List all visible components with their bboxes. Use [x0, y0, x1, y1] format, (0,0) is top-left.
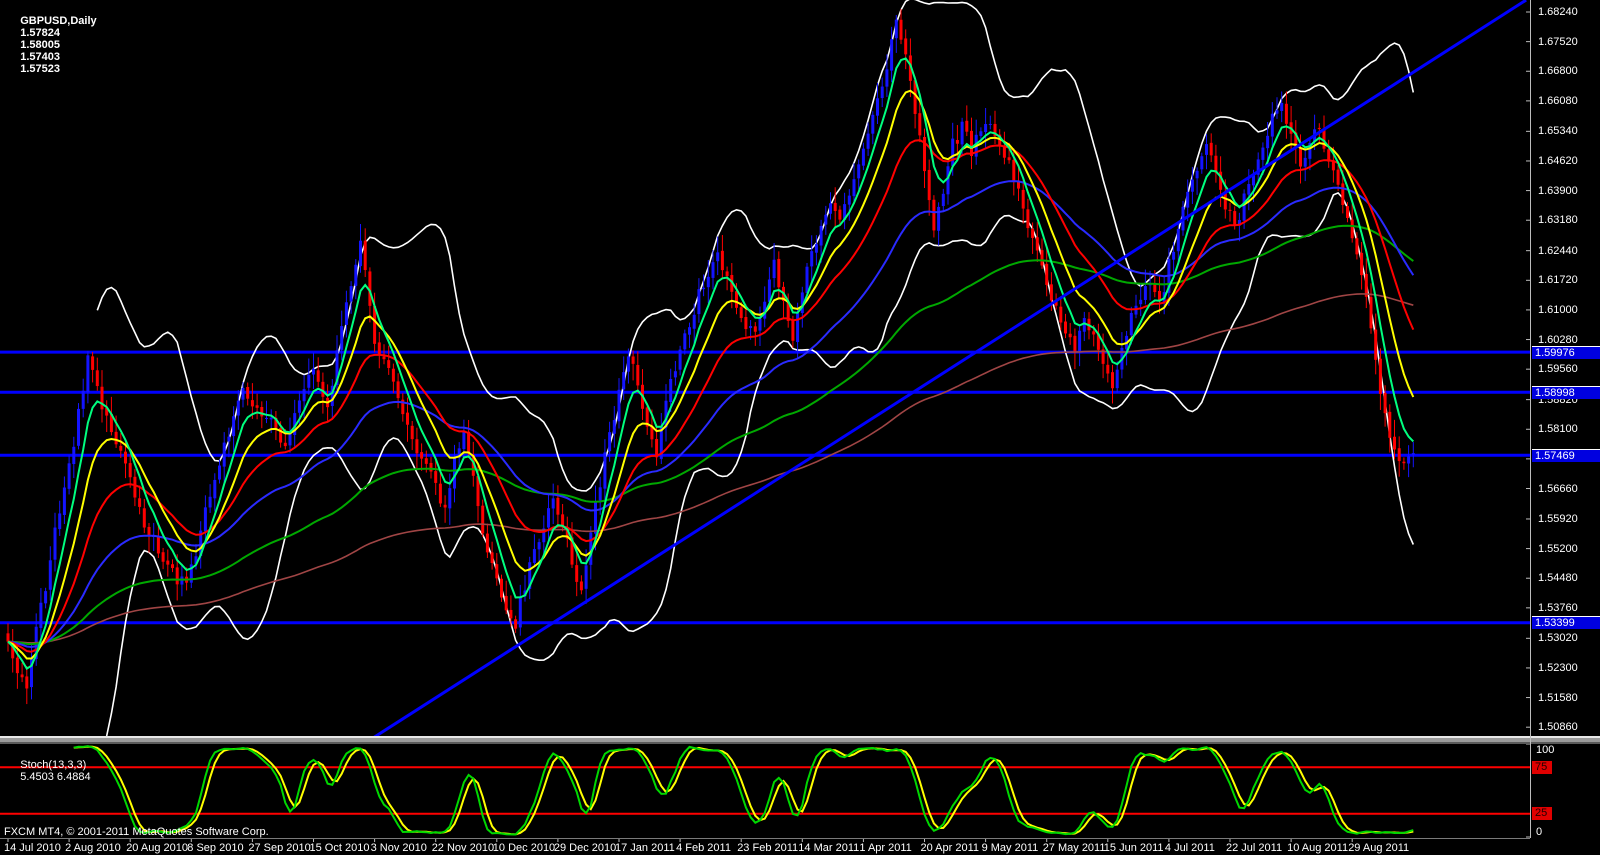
- moving-averages-layer: [8, 58, 1413, 668]
- date-tick-label: 27 Sep 2010: [248, 842, 310, 854]
- date-tick-label: 29 Aug 2011: [1348, 842, 1409, 854]
- high-value: 1.58005: [20, 39, 60, 51]
- price-tick-label: 1.56660: [1538, 483, 1578, 495]
- stoch-level-badge: 25: [1532, 807, 1552, 820]
- stochastic-values: 5.4503 6.4884: [20, 771, 90, 783]
- price-tick-label: 1.68240: [1538, 6, 1578, 18]
- stoch-panel-bottom-border: [0, 838, 1530, 839]
- price-tick-label: 1.61720: [1538, 274, 1578, 286]
- ema-24-line: [8, 140, 1413, 652]
- date-tick-label: 14 Jul 2010: [4, 842, 61, 854]
- price-tick-label: 1.53020: [1538, 632, 1578, 644]
- date-tick-label: 10 Aug 2011: [1287, 842, 1348, 854]
- price-level-badge: 1.53399: [1532, 616, 1600, 629]
- uptrend-line[interactable]: [370, 0, 1526, 740]
- low-value: 1.57403: [20, 51, 60, 63]
- date-axis[interactable]: 14 Jul 2010 2 Aug 2010 20 Aug 20108 Sep 20…: [0, 840, 1600, 855]
- price-tick-label: 1.55200: [1538, 543, 1578, 555]
- price-tick-label: 1.64620: [1538, 155, 1578, 167]
- copyright-label: FXCM MT4, © 2001-2011 MetaQuotes Softwar…: [4, 826, 269, 838]
- stoch-k-line: [74, 746, 1414, 834]
- price-tick-label: 1.66080: [1538, 95, 1578, 107]
- stoch-d-line: [74, 747, 1414, 835]
- date-tick-label: 20 Apr 2011: [921, 842, 980, 854]
- price-tick-label: 1.50860: [1538, 721, 1578, 733]
- price-tick-label: 1.63900: [1538, 185, 1578, 197]
- date-tick-label: 22 Jul 2011: [1226, 842, 1282, 854]
- price-tick-label: 1.59560: [1538, 363, 1578, 375]
- date-tick-label: 17 Jan 2011: [615, 842, 675, 854]
- price-level-badge: 1.58998: [1532, 386, 1600, 399]
- symbol-period-label: GBPUSD,Daily: [20, 15, 96, 27]
- price-tick-label: 1.55920: [1538, 513, 1578, 525]
- symbol-ohlc-label: GBPUSD,Daily 1.57824 1.58005 1.57403 1.5…: [8, 3, 103, 87]
- date-tick-label: 1 Apr 2011: [859, 842, 911, 854]
- price-tick-label: 1.54480: [1538, 572, 1578, 584]
- date-tick-label: 4 Feb 2011: [676, 842, 731, 854]
- date-tick-label: 27 May 2011: [1043, 842, 1106, 854]
- stoch-tick-label: 0: [1536, 826, 1542, 838]
- price-tick-label: 1.53760: [1538, 602, 1578, 614]
- open-value: 1.57824: [20, 27, 60, 39]
- price-level-badge: 1.59976: [1532, 346, 1600, 359]
- price-level-badge: 1.57469: [1532, 449, 1600, 462]
- price-axis-border: [1530, 0, 1531, 838]
- price-tick-label: 1.66800: [1538, 65, 1578, 77]
- price-tick-label: 1.52300: [1538, 662, 1578, 674]
- stochastic-label: Stoch(13,3,3) 5.4503 6.4884: [8, 747, 91, 795]
- chart-canvas[interactable]: [0, 0, 1600, 855]
- date-tick-label: 3 Nov 2010: [371, 842, 427, 854]
- price-tick-label: 1.61000: [1538, 304, 1578, 316]
- price-tick-label: 1.58100: [1538, 423, 1578, 435]
- date-tick-label: 15 Oct 2010: [310, 842, 370, 854]
- date-tick-label: 20 Aug 2010: [126, 842, 188, 854]
- stochastic-name: Stoch(13,3,3): [20, 759, 86, 771]
- date-tick-label: 14 Mar 2011: [798, 842, 859, 854]
- date-tick-label: 8 Sep 2010: [187, 842, 243, 854]
- price-tick-label: 1.67520: [1538, 36, 1578, 48]
- date-tick-label: 2 Aug 2010: [65, 842, 121, 854]
- ema-6-line: [8, 58, 1413, 668]
- close-value: 1.57523: [20, 63, 60, 75]
- panel-separator[interactable]: [0, 736, 1600, 744]
- stoch-tick-label: 100: [1536, 744, 1554, 756]
- price-tick-label: 1.65340: [1538, 125, 1578, 137]
- mt4-chart-window: GBPUSD,Daily 1.57824 1.58005 1.57403 1.5…: [0, 0, 1600, 855]
- price-tick-label: 1.62440: [1538, 245, 1578, 257]
- stochastic-layer: [0, 746, 1530, 834]
- stoch-level-badge: 75: [1532, 761, 1552, 774]
- price-tick-label: 1.60280: [1538, 334, 1578, 346]
- date-tick-label: 10 Dec 2010: [493, 842, 555, 854]
- date-tick-label: 4 Jul 2011: [1165, 842, 1215, 854]
- trendline-layer[interactable]: [370, 0, 1526, 740]
- date-tick-label: 15 Jun 2011: [1104, 842, 1164, 854]
- date-tick-label: 22 Nov 2010: [432, 842, 494, 854]
- ema-110-line: [8, 226, 1413, 644]
- axis-ticks-layer: [8, 12, 1531, 842]
- price-tick-label: 1.51580: [1538, 692, 1578, 704]
- date-tick-label: 23 Feb 2011: [737, 842, 798, 854]
- date-tick-label: 29 Dec 2010: [554, 842, 616, 854]
- price-tick-label: 1.63180: [1538, 214, 1578, 226]
- date-tick-label: 9 May 2011: [982, 842, 1039, 854]
